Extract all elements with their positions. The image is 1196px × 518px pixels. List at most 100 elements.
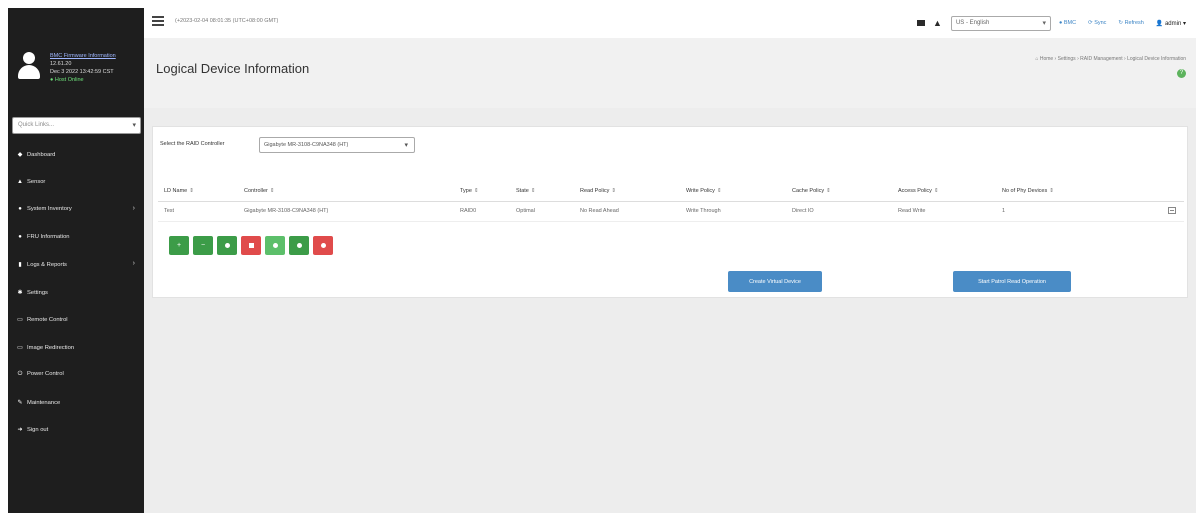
sort-icon[interactable]: ⇕ — [189, 188, 194, 194]
column-header[interactable]: Write Policy ⇕ — [680, 181, 786, 202]
signout-icon: ➜ — [17, 427, 23, 433]
inventory-icon: ● — [18, 206, 22, 212]
minus-icon: − — [200, 242, 206, 249]
sidebar-item-logs-reports[interactable]: ▮ Logs & Reports › — [8, 252, 144, 280]
firmware-info-link[interactable]: BMC Firmware Information — [50, 52, 142, 60]
row-actions-cell — [1140, 201, 1184, 222]
help-icon[interactable]: ? — [1177, 69, 1186, 78]
sidebar-item-image-redirection[interactable]: ▭ Image Redirection — [8, 335, 144, 363]
notification-icon[interactable] — [917, 20, 926, 26]
quick-links-select[interactable]: Quick Links... ▾ — [12, 117, 141, 134]
controller-value: Gigabyte MR-3108-C9NA348 (HT) — [264, 142, 349, 148]
add-button[interactable]: + — [169, 236, 189, 255]
bmc-link[interactable]: ● BMC — [1059, 20, 1076, 26]
table-cell: Read Write — [892, 201, 996, 222]
logical-device-panel: Select the RAID Controller Gigabyte MR-3… — [152, 126, 1188, 298]
system-datetime: (+2023-02-04 08:01:35 (UTC+08:00 GMT) — [175, 18, 279, 24]
user-menu[interactable]: 👤 admin ▾ — [1156, 20, 1186, 27]
table-cell: Gigabyte MR-3108-C9NA348 (HT) — [238, 201, 454, 222]
column-header[interactable]: No of Phy Devices ⇕ — [996, 181, 1140, 202]
sidebar-item-sign-out[interactable]: ➜ Sign out — [8, 417, 144, 445]
hamburger-menu-icon[interactable] — [152, 16, 164, 26]
sort-icon[interactable]: ⇕ — [826, 188, 831, 194]
column-header-label: LD Name — [164, 187, 188, 194]
chevron-right-icon: › — [132, 205, 135, 212]
start-patrol-read-button[interactable]: Start Patrol Read Operation — [953, 271, 1071, 292]
sidebar-item-power-control[interactable]: ⏻ Power Control — [8, 362, 144, 390]
content-header: Logical Device Information ⌂ Home › Sett… — [144, 38, 1196, 108]
sort-icon[interactable]: ⇕ — [1049, 188, 1054, 194]
column-header[interactable]: Cache Policy ⇕ — [786, 181, 892, 202]
column-header[interactable]: Read Policy ⇕ — [574, 181, 680, 202]
column-header-label: Controller — [244, 187, 268, 194]
sidebar-item-sensor[interactable]: ▲ Sensor — [8, 170, 144, 198]
column-header-label: Cache Policy — [792, 187, 825, 194]
sidebar-item-remote-control[interactable]: ▭ Remote Control — [8, 307, 144, 335]
action-button-3[interactable] — [217, 236, 237, 255]
table-body: Test Gigabyte MR-3108-C9NA348 (HT) RAID0 Op… — [158, 201, 1184, 222]
chevron-down-icon: ▾ — [1042, 19, 1046, 27]
action-button-4[interactable] — [241, 236, 261, 255]
refresh-link[interactable]: ↻ Refresh — [1118, 20, 1143, 26]
quick-links-placeholder: Quick Links... — [18, 122, 55, 128]
warning-icon[interactable]: ▲ — [933, 18, 942, 28]
sidebar-item-dashboard[interactable]: ◆ Dashboard — [8, 142, 144, 170]
host-status: ● Host Online — [50, 77, 84, 83]
remove-button[interactable]: − — [193, 236, 213, 255]
sidebar-item-maintenance[interactable]: ✎ Maintenance — [8, 390, 144, 418]
sidebar-item-settings[interactable]: ✱ Settings — [8, 280, 144, 308]
table-row[interactable]: Test Gigabyte MR-3108-C9NA348 (HT) RAID0 Op… — [158, 201, 1184, 222]
sync-link[interactable]: ⟳ Sync — [1088, 20, 1106, 26]
sort-icon[interactable]: ⇕ — [270, 188, 275, 194]
app-window: BMC Firmware Information 12.61.20 Dec 3 … — [0, 0, 1196, 518]
user-name: admin — [1164, 20, 1182, 27]
sort-icon[interactable]: ⇕ — [717, 188, 722, 194]
breadcrumb-text[interactable]: Home › Settings › RAID Management › Logi… — [1040, 56, 1186, 62]
circle-icon — [320, 243, 326, 248]
row-details-icon[interactable] — [1168, 206, 1176, 214]
firmware-build-date: Dec 3 2022 13:42:59 CST — [50, 69, 114, 75]
table-cell: Test — [158, 201, 238, 222]
sidebar-item-fru-information[interactable]: ● FRU Information — [8, 225, 144, 253]
sort-icon[interactable]: ⇕ — [934, 188, 939, 194]
controller-select[interactable]: Gigabyte MR-3108-C9NA348 (HT) ▾ — [259, 137, 415, 153]
sort-icon[interactable]: ⇕ — [531, 188, 536, 194]
column-header[interactable]: Access Policy ⇕ — [892, 181, 996, 202]
circle-icon — [272, 243, 278, 248]
action-button-5[interactable] — [265, 236, 285, 255]
user-block: BMC Firmware Information 12.61.20 Dec 3 … — [8, 8, 144, 100]
breadcrumb: ⌂ Home › Settings › RAID Management › Lo… — [1035, 56, 1186, 62]
sort-icon[interactable]: ⇕ — [611, 188, 616, 194]
column-header[interactable]: LD Name ⇕ — [158, 181, 238, 202]
top-bar: (+2023-02-04 08:01:35 (UTC+08:00 GMT) ▲ … — [144, 8, 1196, 38]
create-virtual-device-button[interactable]: Create Virtual Device — [728, 271, 822, 292]
controller-label: Select the RAID Controller — [160, 141, 225, 147]
column-header-label: Type — [460, 187, 472, 194]
sidebar-item-label: Dashboard — [27, 152, 56, 158]
column-header-label: Write Policy — [686, 187, 715, 194]
host-status-label: Host Online — [54, 77, 84, 83]
column-header[interactable]: Type ⇕ — [454, 181, 510, 202]
chevron-down-icon: ▾ — [404, 142, 408, 149]
dashboard-icon: ◆ — [17, 152, 23, 158]
sidebar-nav: ◆ Dashboard ▲ Sensor ● System Inventory › ● FRU … — [8, 142, 144, 445]
table-cell: No Read Ahead — [574, 201, 680, 222]
language-select[interactable]: US - English ▾ — [950, 15, 1051, 31]
column-header[interactable]: Controller ⇕ — [238, 181, 454, 202]
circle-icon — [296, 243, 302, 248]
column-header[interactable]: State ⇕ — [510, 181, 574, 202]
action-button-6[interactable] — [289, 236, 309, 255]
chevron-right-icon: › — [132, 260, 135, 267]
sync-label: Sync — [1094, 20, 1107, 26]
chevron-down-icon: ▾ — [132, 122, 136, 129]
user-info: BMC Firmware Information 12.61.20 Dec 3 … — [50, 52, 142, 84]
sidebar-item-system-inventory[interactable]: ● System Inventory › — [8, 197, 144, 225]
action-button-7[interactable] — [313, 236, 333, 255]
logs-icon: ▮ — [18, 262, 22, 268]
sidebar-item-label: Remote Control — [27, 317, 68, 323]
table-header-row: LD Name ⇕ Controller ⇕ Type ⇕ State ⇕ Read Polic… — [158, 181, 1184, 202]
bmc-label: BMC — [1063, 20, 1077, 26]
column-header-label: No of Phy Devices — [1002, 187, 1048, 194]
action-button-group: + − — [169, 236, 337, 255]
sort-icon[interactable]: ⇕ — [474, 188, 479, 194]
